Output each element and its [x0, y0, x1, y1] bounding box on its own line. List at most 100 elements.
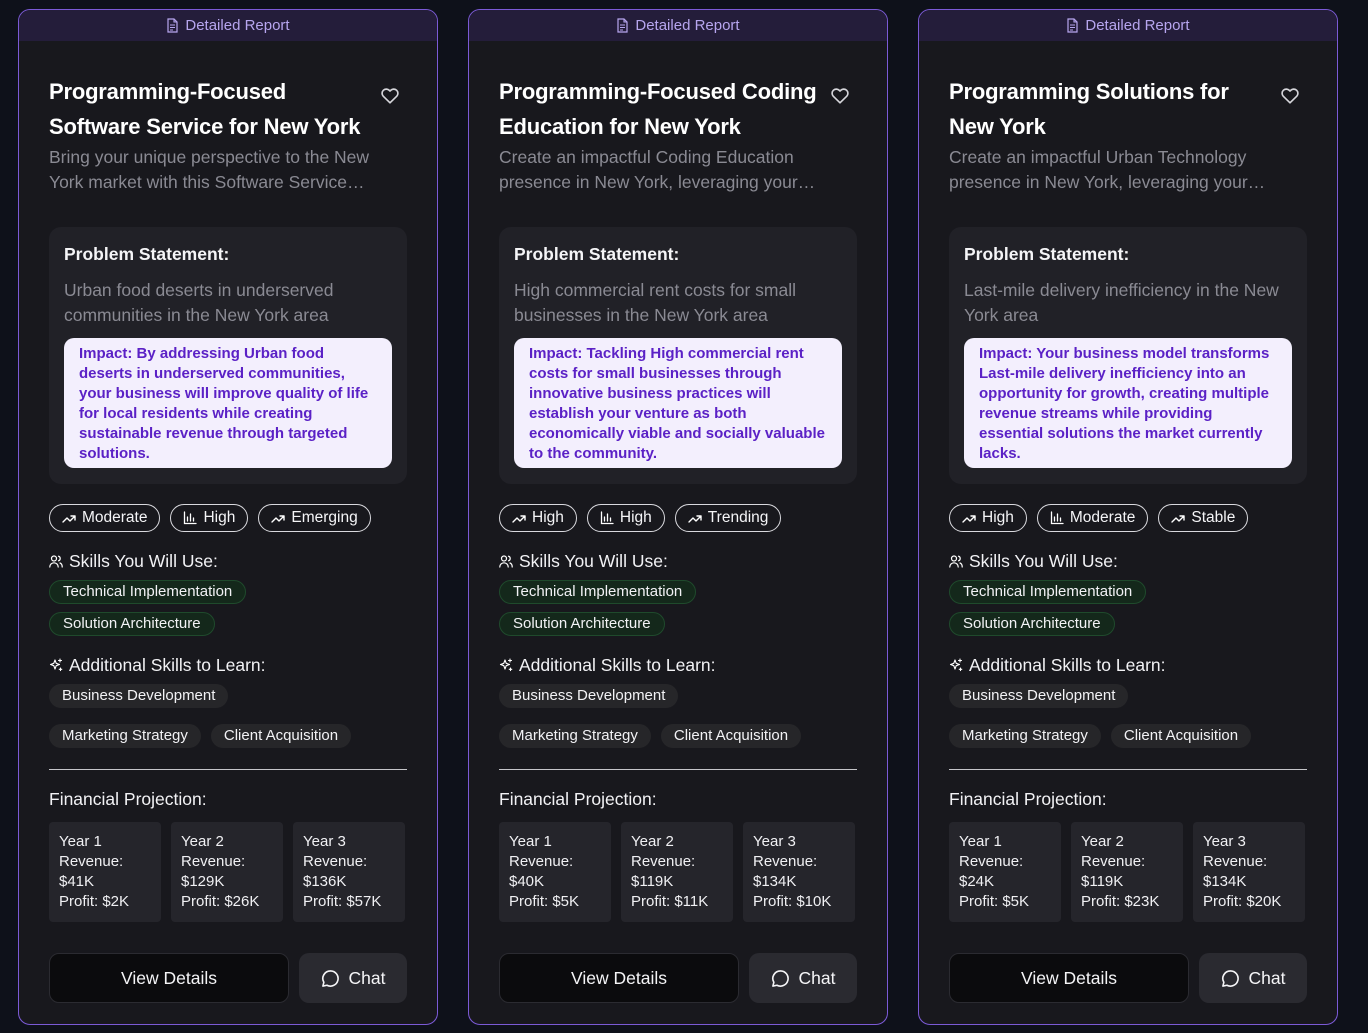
chat-button[interactable]: Chat: [299, 953, 407, 1003]
year-cell: Year 1 Revenue: $24K Profit: $5K: [949, 822, 1061, 922]
profit-value: Profit: $5K: [509, 893, 580, 910]
users-icon: [949, 555, 963, 568]
problem-text: High commercial rent costs for small bus…: [514, 280, 797, 325]
trending-up-icon: [962, 515, 976, 523]
year-label: Year 1: [509, 833, 552, 850]
learn-tag: Client Acquisition: [1110, 724, 1252, 748]
metric-chip: High: [586, 504, 665, 532]
learn-heading: Additional Skills to Learn:: [499, 654, 857, 676]
profit-value: Profit: $10K: [753, 893, 832, 910]
year-label: Year 2: [1081, 833, 1124, 850]
heart-icon[interactable]: [829, 84, 851, 106]
learn-heading: Additional Skills to Learn:: [949, 654, 1307, 676]
skills-heading: Skills You Will Use:: [499, 550, 857, 572]
detailed-report-banner[interactable]: Detailed Report: [19, 10, 437, 41]
metric-chip: Emerging: [258, 504, 371, 532]
card-title: Programming Solutions for New York: [949, 79, 1229, 139]
profit-value: Profit: $23K: [1081, 893, 1160, 910]
year-cell: Year 2 Revenue: $129K Profit: $26K: [171, 822, 283, 922]
heart-icon[interactable]: [1279, 84, 1301, 106]
document-icon: [1067, 18, 1078, 33]
metric-label: High: [532, 509, 564, 526]
chat-label: Chat: [798, 967, 836, 988]
year-label: Year 1: [959, 833, 1002, 850]
metric-chip: High: [170, 504, 249, 532]
problem-text: Urban food deserts in underserved commun…: [64, 280, 334, 325]
metric-label: Stable: [1191, 509, 1236, 526]
metric-chip: High: [499, 504, 577, 532]
chat-label: Chat: [1248, 967, 1286, 988]
skills-heading: Skills You Will Use:: [949, 550, 1307, 572]
learn-list: Business Development Marketing Strategy …: [949, 684, 1294, 748]
heart-icon[interactable]: [379, 84, 401, 106]
year-cell: Year 3 Revenue: $136K Profit: $57K: [293, 822, 405, 922]
skills-heading-label: Skills You Will Use:: [969, 551, 1118, 571]
learn-tag: Business Development: [49, 684, 229, 708]
revenue-value: $119K: [631, 873, 674, 890]
banner-label: Detailed Report: [1085, 17, 1190, 34]
revenue-label: Revenue:: [631, 853, 696, 870]
revenue-label: Revenue:: [303, 853, 368, 870]
chat-button[interactable]: Chat: [749, 953, 857, 1003]
card-description: Create an impactful Urban Technology pre…: [949, 147, 1248, 192]
year-label: Year 3: [303, 833, 346, 850]
profit-value: Profit: $26K: [181, 893, 260, 910]
skill-tag: Solution Architecture: [49, 612, 215, 636]
card-title: Programming-Focused Coding Education for…: [499, 79, 817, 139]
chat-button[interactable]: Chat: [1199, 953, 1307, 1003]
document-icon: [167, 18, 178, 33]
metric-label: Emerging: [291, 509, 358, 526]
view-details-button[interactable]: View Details: [49, 953, 289, 1003]
problem-box: Problem Statement: Last-mile delivery in…: [949, 227, 1307, 484]
problem-label: Problem Statement:: [514, 244, 680, 264]
metric-chip: Moderate: [49, 504, 161, 532]
skill-tag: Solution Architecture: [499, 612, 665, 636]
trending-up-icon: [1171, 515, 1186, 523]
learn-heading: Additional Skills to Learn:: [49, 654, 407, 676]
trending-up-icon: [271, 515, 286, 523]
revenue-value: $24K: [959, 873, 995, 890]
learn-tag: Client Acquisition: [210, 724, 352, 748]
banner-label: Detailed Report: [635, 17, 740, 34]
profit-value: Profit: $5K: [959, 893, 1030, 910]
chat-bubble-icon: [1221, 969, 1239, 987]
year-label: Year 3: [1203, 833, 1246, 850]
bar-chart-icon: [600, 511, 614, 525]
profit-value: Profit: $57K: [303, 893, 382, 910]
sparkles-icon: [499, 658, 513, 672]
revenue-label: Revenue:: [1081, 853, 1146, 870]
detailed-report-banner[interactable]: Detailed Report: [469, 10, 887, 41]
trending-up-icon: [512, 515, 526, 523]
bar-chart-icon: [1050, 511, 1064, 525]
learn-heading-label: Additional Skills to Learn:: [519, 655, 716, 675]
revenue-value: $134K: [1203, 873, 1247, 890]
metric-label: Moderate: [82, 509, 148, 526]
financial-grid: Year 1 Revenue: $40K Profit: $5K Year 2 …: [499, 822, 857, 922]
revenue-value: $119K: [1081, 873, 1124, 890]
detailed-report-banner[interactable]: Detailed Report: [919, 10, 1337, 41]
skill-tag: Technical Implementation: [49, 580, 247, 604]
opportunity-card: Detailed Report Programming-Focused Codi…: [468, 9, 888, 1025]
document-icon: [617, 18, 628, 33]
problem-box: Problem Statement: Urban food deserts in…: [49, 227, 407, 484]
chat-bubble-icon: [771, 969, 789, 987]
trending-up-icon: [688, 515, 702, 523]
year-cell: Year 3 Revenue: $134K Profit: $10K: [743, 822, 855, 922]
metric-label: High: [619, 509, 652, 526]
revenue-label: Revenue:: [59, 853, 124, 870]
revenue-label: Revenue:: [959, 853, 1024, 870]
view-details-button[interactable]: View Details: [949, 953, 1189, 1003]
card-description: Bring your unique perspective to the New…: [49, 147, 370, 192]
bar-chart-icon: [184, 511, 198, 525]
skills-heading-label: Skills You Will Use:: [519, 551, 668, 571]
metric-row: Moderate High Emerging: [49, 504, 407, 532]
profit-value: Profit: $11K: [631, 893, 709, 910]
opportunity-card-grid: Detailed Report Programming-Focused Soft…: [0, 0, 1368, 1033]
year-label: Year 3: [753, 833, 796, 850]
view-details-button[interactable]: View Details: [499, 953, 739, 1003]
year-cell: Year 1 Revenue: $40K Profit: $5K: [499, 822, 611, 922]
metric-chip: High: [949, 504, 1027, 532]
opportunity-card: Detailed Report Programming-Focused Soft…: [18, 9, 438, 1025]
metric-row: High High Trending: [499, 504, 857, 532]
learn-tag: Business Development: [949, 684, 1129, 708]
